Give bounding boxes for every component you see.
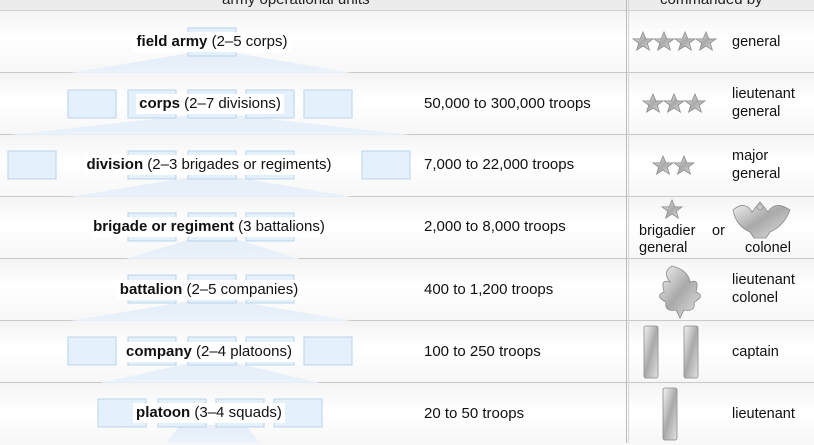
rank-company: captain — [732, 344, 779, 360]
unit-name: battalion — [119, 281, 183, 298]
unit-label-platoon: platoon (3–4 squads) — [133, 403, 285, 423]
troops-battalion: 400 to 1,200 troops — [424, 281, 554, 298]
army-units-diagram: army operational units commanded by — [0, 0, 814, 445]
rank-division: major general — [732, 148, 781, 182]
four-stars-icon — [632, 31, 717, 51]
unit-label-company: company (2–4 platoons) — [123, 342, 295, 362]
unit-detail: (2–5 corps) — [207, 33, 288, 50]
unit-detail: (2–3 brigades or regiments) — [143, 156, 332, 173]
two-stars-icon — [652, 155, 695, 175]
unit-label-field-army: field army (2–5 corps) — [133, 32, 291, 52]
unit-detail: (2–7 divisions) — [179, 95, 281, 112]
rank-or: or — [712, 223, 725, 239]
unit-name: company — [126, 343, 192, 360]
troops-platoon: 20 to 50 troops — [424, 405, 525, 422]
one-star-icon — [661, 199, 683, 219]
unit-detail: (2–5 companies) — [182, 281, 299, 298]
unit-name: field army — [136, 33, 208, 50]
unit-name: division — [86, 156, 144, 173]
unit-label-division: division (2–3 brigades or regiments) — [83, 155, 335, 175]
unit-box — [7, 150, 57, 180]
unit-box — [361, 150, 411, 180]
rank-colonel: colonel — [745, 240, 791, 256]
double-bar-icon — [643, 325, 699, 379]
rank-platoon: lieutenant — [732, 406, 795, 422]
unit-name: platoon — [136, 404, 191, 421]
unit-box — [67, 336, 117, 366]
single-bar-icon — [662, 387, 678, 441]
rank-battalion: lieutenant colonel — [732, 272, 795, 306]
unit-box — [303, 336, 353, 366]
troops-corps: 50,000 to 300,000 troops — [424, 95, 591, 112]
unit-name: brigade or regiment — [93, 218, 234, 235]
troops-company: 100 to 250 troops — [424, 343, 541, 360]
rank-brigadier-general: brigadier general — [639, 223, 696, 256]
unit-detail: (3 battalions) — [233, 218, 325, 235]
unit-detail: (2–4 platoons) — [191, 343, 292, 360]
unit-detail: (3–4 squads) — [190, 404, 282, 421]
troops-division: 7,000 to 22,000 troops — [424, 156, 575, 173]
unit-label-corps: corps (2–7 divisions) — [136, 94, 284, 114]
troops-brigade: 2,000 to 8,000 troops — [424, 218, 566, 235]
oak-leaf-icon — [659, 265, 701, 319]
unit-label-battalion: battalion (2–5 companies) — [116, 280, 302, 300]
eagle-icon — [732, 201, 791, 239]
rank-field-army: general — [732, 34, 781, 50]
unit-box — [67, 89, 117, 119]
unit-label-brigade: brigade or regiment (3 battalions) — [90, 217, 328, 237]
unit-box — [303, 89, 353, 119]
three-stars-icon — [642, 93, 706, 113]
unit-name: corps — [139, 95, 180, 112]
rank-corps: lieutenant general — [732, 86, 795, 120]
